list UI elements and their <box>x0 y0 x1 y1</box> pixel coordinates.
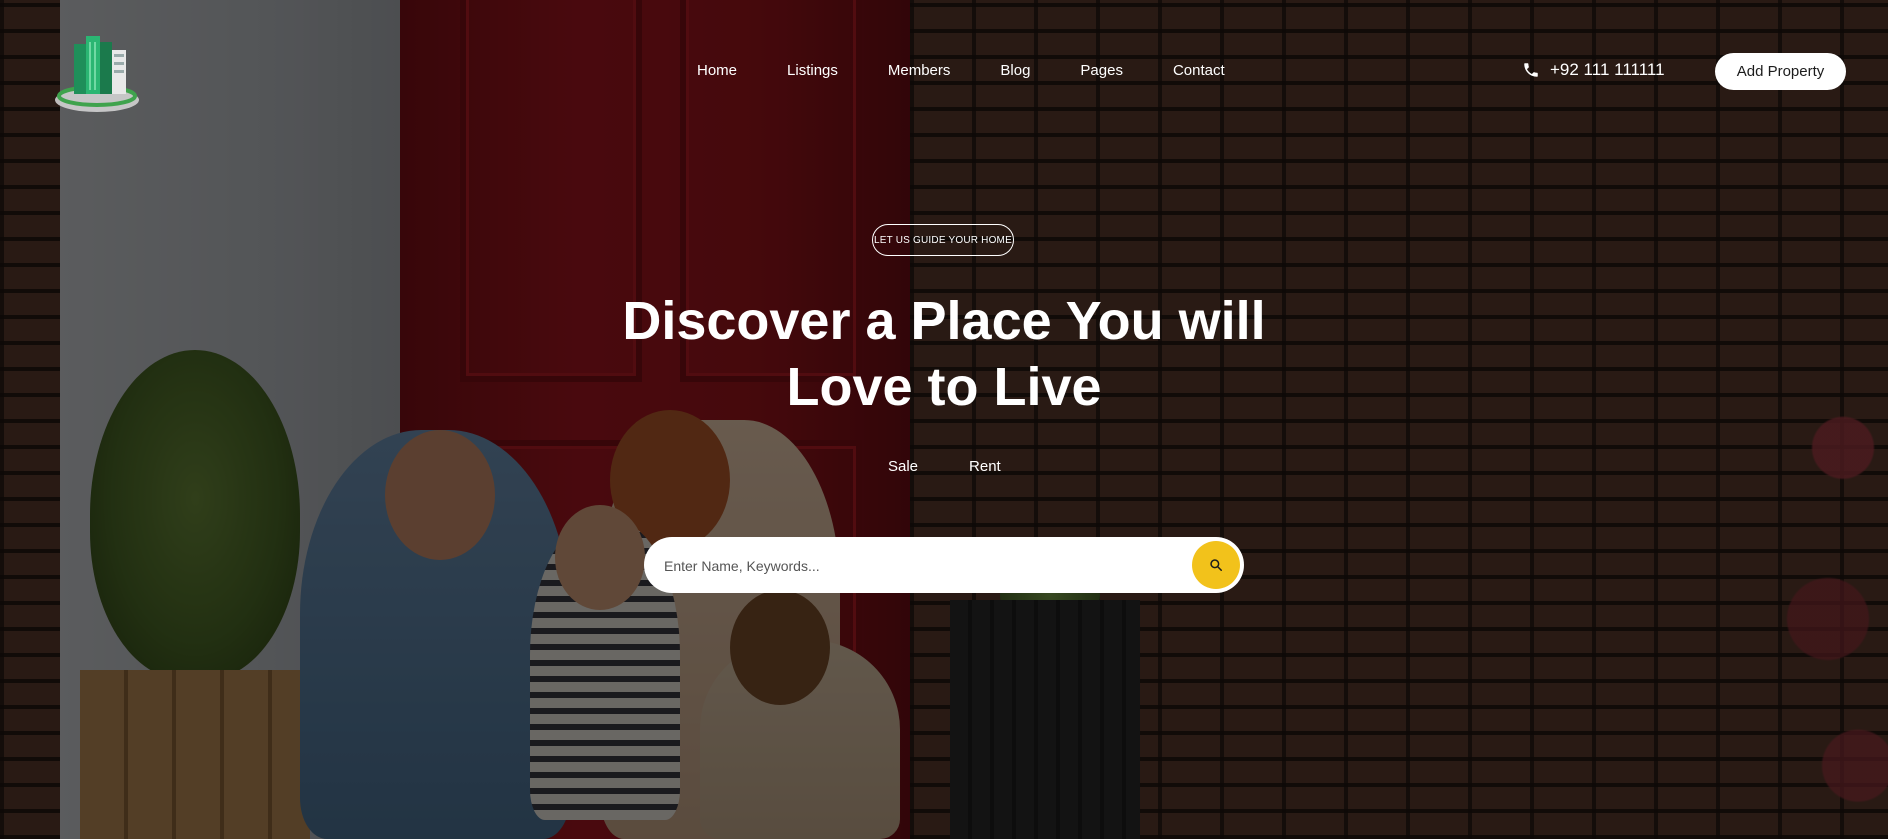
city-buildings-logo-icon <box>55 36 139 112</box>
tab-sale[interactable]: Sale <box>888 458 918 475</box>
add-property-button[interactable]: Add Property <box>1715 53 1846 90</box>
phone-icon <box>1524 63 1538 77</box>
phone-contact[interactable]: +92 111 111111 <box>1522 60 1665 80</box>
nav-contact[interactable]: Contact <box>1173 62 1225 79</box>
nav-home[interactable]: Home <box>697 62 737 79</box>
tab-rent[interactable]: Rent <box>969 458 1001 475</box>
search-button[interactable] <box>1192 541 1240 589</box>
tagline-badge: LET US GUIDE YOUR HOME <box>872 224 1014 256</box>
nav-pages[interactable]: Pages <box>1080 62 1123 79</box>
search-input[interactable] <box>662 545 1166 587</box>
search-bar <box>644 537 1244 593</box>
listing-type-tabs: Sale Rent <box>888 458 1001 475</box>
hero-title-line-2: Love to Live <box>786 357 1102 417</box>
site-logo[interactable] <box>52 30 142 116</box>
nav-members[interactable]: Members <box>888 62 951 79</box>
site-header: Home Listings Members Blog Pages Contact… <box>0 0 1888 140</box>
hero-title-line-1: Discover a Place You will <box>622 291 1266 351</box>
nav-listings[interactable]: Listings <box>787 62 838 79</box>
hero-title: Discover a Place You will Love to Live <box>544 288 1344 420</box>
main-nav: Home Listings Members Blog Pages Contact <box>697 62 1225 79</box>
phone-number: +92 111 111111 <box>1550 60 1665 79</box>
search-icon <box>1210 559 1223 572</box>
nav-blog[interactable]: Blog <box>1000 62 1030 79</box>
